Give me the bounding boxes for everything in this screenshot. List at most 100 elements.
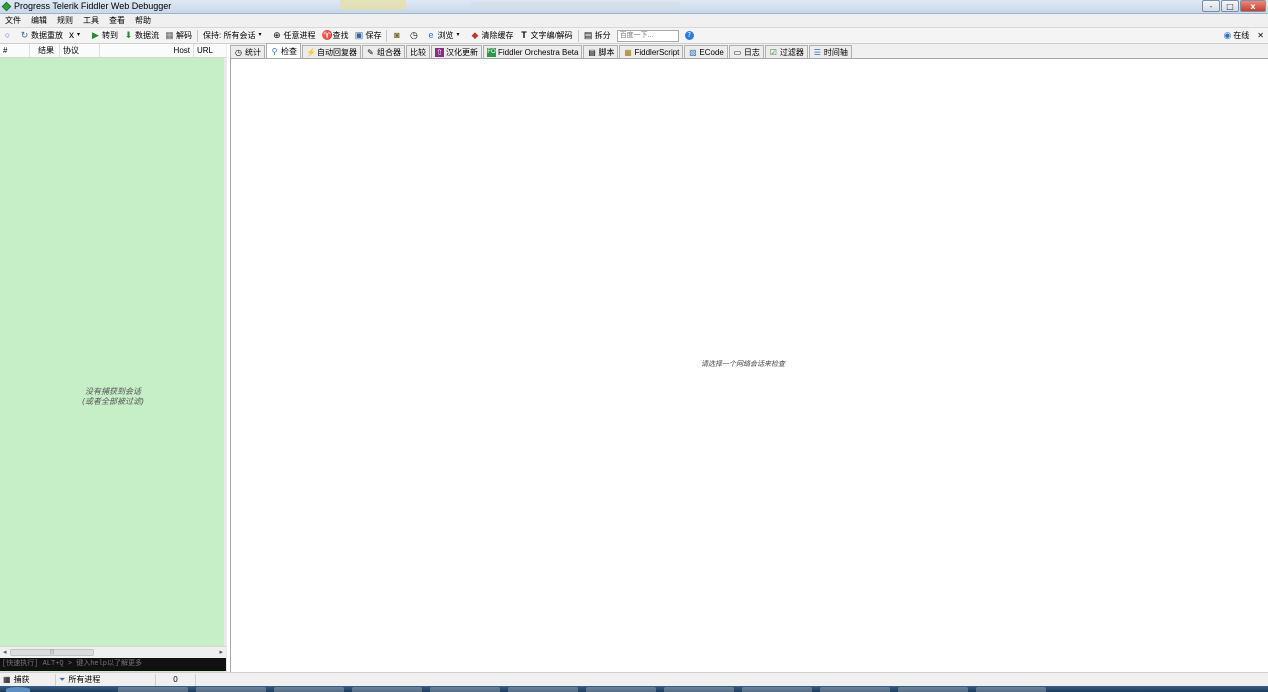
clear-cache-icon: ◆ (471, 30, 479, 40)
taskbar-item[interactable] (586, 687, 656, 692)
inspector-content: 请选择一个网络会话来检查 (230, 59, 1268, 672)
column-result[interactable]: 结果 (30, 44, 60, 57)
session-count: 0 (156, 673, 196, 686)
taskbar-item[interactable] (898, 687, 968, 692)
orchestra-icon: FO (487, 47, 496, 57)
taskbar-item[interactable] (976, 687, 1046, 692)
save-button[interactable]: ▣ 保存 (351, 28, 384, 44)
scroll-right-icon[interactable]: ▸ (219, 648, 223, 656)
go-button[interactable]: ▶ 转到 (88, 28, 121, 44)
menu-help[interactable]: 帮助 (130, 14, 156, 27)
toolbar-separator (197, 29, 198, 42)
stream-button[interactable]: ⬇ 数据流 (121, 28, 162, 44)
tab-inspectors[interactable]: ⚲ 检查 (266, 43, 301, 58)
any-process-button[interactable]: ⊕ 任意进程 (269, 28, 318, 44)
scroll-left-icon[interactable]: ◂ (3, 648, 7, 656)
column-number[interactable]: # (0, 44, 30, 57)
taskbar-item[interactable] (352, 687, 422, 692)
tab-ecode[interactable]: ▧ ECode (684, 45, 728, 58)
dropdown-arrow-icon: ▾ (258, 32, 262, 38)
process-filter[interactable]: ⏷ 所有进程 (56, 673, 156, 686)
capturing-toggle[interactable]: ▦ 捕获 (0, 673, 56, 686)
toolbar-separator (386, 29, 388, 42)
taskbar-item[interactable] (742, 687, 812, 692)
window-title: Progress Telerik Fiddler Web Debugger (14, 1, 172, 11)
taskbar-item[interactable] (820, 687, 890, 692)
close-toolbar-icon[interactable]: ✕ (1257, 31, 1264, 40)
tab-label: 时间轴 (823, 47, 848, 57)
select-session-message: 请选择一个网络会话来检查 (701, 360, 785, 368)
fiddlerscript-icon: ▦ (624, 47, 632, 57)
decode-button[interactable]: ▦ 解码 (162, 28, 195, 44)
tab-label: 检查 (281, 46, 297, 56)
keep-sessions-dropdown[interactable]: 保持: 所有会话 ▾ (200, 28, 269, 44)
close-button[interactable]: x (1240, 0, 1266, 12)
minimize-button[interactable]: - (1202, 0, 1220, 12)
tab-label: 日志 (743, 47, 760, 57)
online-indicator[interactable]: ◉ 在线 ✕ (1223, 30, 1264, 41)
tab-log[interactable]: ▭ 日志 (728, 45, 764, 58)
session-list[interactable]: 没有捕获到会话 (或者全部被过滤) (0, 44, 227, 672)
search-input[interactable] (616, 29, 679, 42)
clear-cache-button[interactable]: ◆ 清除缓存 (467, 28, 516, 44)
comment-button[interactable]: ○ (0, 28, 17, 44)
toolbar-separator (577, 29, 579, 42)
taskbar-item[interactable] (196, 687, 266, 692)
timer-button[interactable]: ◷ (406, 28, 423, 44)
menu-tools[interactable]: 工具 (78, 14, 104, 27)
menu-bar: 文件 编辑 规则 工具 查看 帮助 (0, 14, 1268, 28)
update-icon: ⇧ (435, 47, 444, 57)
tab-statistics[interactable]: ◷ 统计 (230, 45, 265, 58)
screenshot-button[interactable]: ◙ (389, 28, 406, 44)
tab-update[interactable]: ⇧ 汉化更新 (431, 45, 482, 58)
camera-icon: ◙ (394, 30, 400, 40)
tab-script[interactable]: ▤ 脚本 (583, 45, 619, 58)
column-url[interactable]: URL (194, 44, 226, 57)
tab-fiddlerscript[interactable]: ▦ FiddlerScript (619, 45, 684, 58)
save-label: 保存 (365, 31, 382, 40)
quickexec-input[interactable]: [快速执行] ALT+Q > 键入help以了解更多 (0, 658, 226, 671)
tab-label: FiddlerScript (634, 47, 680, 57)
go-label: 转到 (102, 31, 118, 40)
tab-compare[interactable]: 比较 (406, 45, 430, 58)
column-host[interactable]: Host (100, 44, 194, 57)
title-bar-ghost-2 (470, 2, 680, 10)
taskbar-item[interactable] (508, 687, 578, 692)
help-icon[interactable]: ? (684, 31, 694, 40)
menu-edit[interactable]: 编辑 (26, 14, 52, 27)
dropdown-arrow-icon: ▾ (76, 32, 80, 38)
tearoff-button[interactable]: ▤ 拆分 (581, 28, 614, 44)
magnifier-icon: ⚲ (271, 46, 278, 56)
browse-button[interactable]: e 浏览 ▾ (423, 28, 467, 44)
menu-file[interactable]: 文件 (0, 14, 26, 27)
taskbar-item[interactable] (118, 687, 188, 692)
remove-button[interactable]: x ▾ (66, 28, 88, 44)
menu-rules[interactable]: 规则 (52, 14, 78, 27)
menu-view[interactable]: 查看 (104, 14, 130, 27)
horizontal-scrollbar[interactable]: ◂ ||| ▸ (0, 646, 226, 658)
taskbar-item[interactable] (430, 687, 500, 692)
tab-label: Fiddler Orchestra Beta (498, 47, 579, 57)
taskbar-item[interactable] (274, 687, 344, 692)
maximize-button[interactable]: □ (1221, 0, 1239, 12)
tab-filters[interactable]: ☑ 过滤器 (764, 45, 808, 58)
tab-orchestra[interactable]: FO Fiddler Orchestra Beta (483, 45, 583, 58)
tab-label: 比较 (410, 47, 426, 57)
capture-icon: ▦ (3, 675, 11, 684)
tab-label: 过滤器 (779, 47, 804, 57)
title-bar-ghost (340, 0, 406, 10)
save-disk-icon: ▣ (354, 30, 364, 40)
tab-timeline[interactable]: ☰ 时间轴 (808, 45, 852, 58)
tab-composer[interactable]: ✎ 组合器 (362, 45, 405, 58)
text-encoder-button[interactable]: T 文字编/解码 (516, 28, 575, 44)
ie-browser-icon: e (428, 30, 434, 40)
find-button[interactable]: ♈ 查找 (318, 28, 351, 44)
tab-autoresponder[interactable]: ⚡ 自动回复器 (302, 45, 361, 58)
scrollbar-thumb[interactable]: ||| (10, 649, 94, 656)
start-button[interactable] (6, 687, 30, 692)
replay-button[interactable]: ↻ 数据重放 (17, 28, 66, 44)
taskbar-item[interactable] (664, 687, 734, 692)
stopwatch-icon: ◷ (235, 47, 242, 57)
column-protocol[interactable]: 协议 (60, 44, 100, 57)
tab-label: 统计 (245, 47, 261, 57)
